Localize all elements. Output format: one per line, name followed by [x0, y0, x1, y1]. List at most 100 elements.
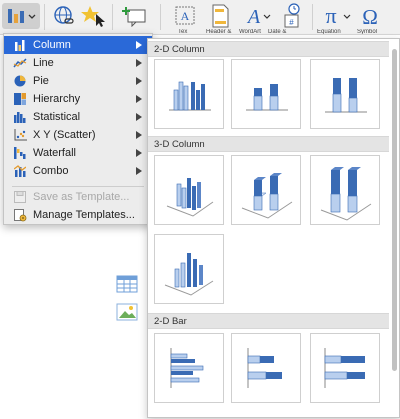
percent-stacked-bar-icon	[324, 348, 365, 388]
clustered-bar-icon	[170, 348, 204, 388]
tile-stacked-column[interactable]	[231, 59, 301, 129]
section-header-3d-column: 3-D Column	[148, 136, 389, 152]
menu-item-scatter[interactable]: X Y (Scatter)	[4, 126, 152, 144]
tile-3d-clustered-column[interactable]	[154, 155, 224, 225]
textbox-icon: A	[175, 6, 195, 25]
chart-icon	[8, 9, 36, 23]
date-time-button[interactable]: #	[278, 3, 306, 29]
menu-item-waterfall[interactable]: Waterfall	[4, 144, 152, 162]
menu-item-hierarchy[interactable]: Hierarchy	[4, 90, 152, 108]
chart-button[interactable]	[2, 3, 40, 29]
menu-item-column[interactable]: Column	[4, 36, 152, 54]
svg-text:Ω: Ω	[362, 5, 378, 27]
clustered-column-icon	[169, 81, 211, 111]
column-chart-gallery: 2-D Column 3-D Column 2-D Bar	[147, 38, 400, 418]
menu-item-label: Pie	[33, 75, 49, 87]
equation-icon: π	[325, 5, 351, 27]
section-header-2d-column: 2-D Column	[148, 41, 389, 57]
save-template-icon	[13, 191, 27, 203]
submenu-arrow-icon	[136, 149, 142, 157]
manage-templates-icon	[13, 208, 27, 221]
link-button[interactable]	[50, 3, 78, 29]
tile-100-stacked-bar[interactable]	[310, 333, 380, 403]
ribbon-label: Equation	[317, 29, 341, 34]
action-icon	[81, 6, 105, 27]
menu-item-label: Hierarchy	[33, 93, 81, 105]
date-time-icon: #	[284, 3, 300, 28]
picture-icon	[116, 303, 138, 321]
scrollbar-thumb[interactable]	[392, 49, 397, 371]
tile-clustered-column[interactable]	[154, 59, 224, 129]
menu-item-label: Manage Templates...	[33, 209, 135, 221]
svg-text:π: π	[325, 5, 336, 27]
ribbon-label: WordArt	[239, 29, 261, 34]
menu-separator	[12, 186, 144, 187]
tile-clustered-bar[interactable]	[154, 333, 224, 403]
hierarchy-chart-icon	[13, 93, 27, 105]
submenu-arrow-icon	[136, 77, 142, 85]
chart-type-menu: Column Line Pie Hierarchy Statistical X	[3, 33, 153, 225]
ribbon-label: Symbol	[357, 29, 378, 34]
submenu-arrow-icon	[136, 59, 142, 67]
3d-clustered-column-icon	[166, 178, 214, 217]
menu-item-label: Column	[33, 39, 71, 51]
3d-stacked-column-icon	[241, 173, 293, 219]
tile-stacked-bar[interactable]	[231, 333, 301, 403]
submenu-arrow-icon	[136, 113, 142, 121]
tile-3d-column[interactable]	[154, 234, 224, 304]
ribbon-toolbar: A A # π Ω Tex Header & WordArt Date & Eq…	[0, 0, 400, 35]
link-icon	[54, 6, 74, 24]
line-chart-icon	[13, 57, 27, 69]
symbol-button[interactable]: Ω	[356, 3, 384, 29]
menu-item-statistical[interactable]: Statistical	[4, 108, 152, 126]
menu-item-label: Save as Template...	[33, 191, 130, 203]
tile-3d-stacked-column[interactable]	[231, 155, 301, 225]
submenu-arrow-icon	[136, 131, 142, 139]
menu-item-label: X Y (Scatter)	[33, 129, 96, 141]
wordart-button[interactable]: A	[242, 3, 272, 29]
menu-item-label: Statistical	[33, 111, 81, 123]
3d-percent-stacked-column-icon	[320, 167, 372, 221]
equation-button[interactable]: π	[318, 3, 354, 29]
svg-text:#: #	[289, 18, 294, 27]
action-button[interactable]	[80, 3, 108, 29]
ribbon-separator	[112, 4, 113, 30]
pie-chart-icon	[13, 75, 27, 87]
table-icon	[116, 275, 138, 293]
ribbon-label: Date &	[268, 29, 287, 34]
gallery-scrollbar[interactable]	[391, 41, 398, 415]
header-footer-button[interactable]	[206, 3, 234, 29]
waterfall-chart-icon	[13, 147, 27, 159]
svg-text:A: A	[246, 6, 261, 27]
tile-100-stacked-column[interactable]	[310, 59, 380, 129]
ribbon-separator	[44, 4, 45, 30]
menu-item-save-template: Save as Template...	[4, 188, 152, 206]
stacked-column-icon	[246, 84, 288, 111]
statistical-chart-icon	[13, 111, 27, 123]
combo-chart-icon	[13, 165, 27, 177]
menu-item-line[interactable]: Line	[4, 54, 152, 72]
symbol-icon: Ω	[362, 5, 378, 27]
ribbon-separator	[160, 4, 161, 30]
menu-item-pie[interactable]: Pie	[4, 72, 152, 90]
3d-column-icon	[164, 253, 214, 296]
submenu-arrow-icon	[136, 95, 142, 103]
comment-button[interactable]	[120, 3, 150, 29]
submenu-arrow-icon	[136, 41, 142, 49]
ribbon-label: Tex	[178, 29, 188, 34]
textbox-button[interactable]: A	[170, 3, 200, 29]
section-header-2d-bar: 2-D Bar	[148, 313, 389, 329]
menu-item-label: Waterfall	[33, 147, 76, 159]
menu-item-label: Combo	[33, 165, 69, 177]
tile-3d-100-stacked-column[interactable]	[310, 155, 380, 225]
scatter-chart-icon	[13, 129, 27, 141]
menu-item-manage-templates[interactable]: Manage Templates...	[4, 206, 152, 224]
stacked-bar-icon	[247, 348, 282, 388]
column-chart-icon	[13, 39, 27, 51]
ribbon-separator	[312, 4, 313, 30]
menu-item-combo[interactable]: Combo	[4, 162, 152, 180]
svg-text:A: A	[181, 9, 190, 23]
percent-stacked-column-icon	[325, 78, 367, 113]
header-footer-icon	[212, 4, 229, 28]
comment-icon	[122, 7, 146, 27]
